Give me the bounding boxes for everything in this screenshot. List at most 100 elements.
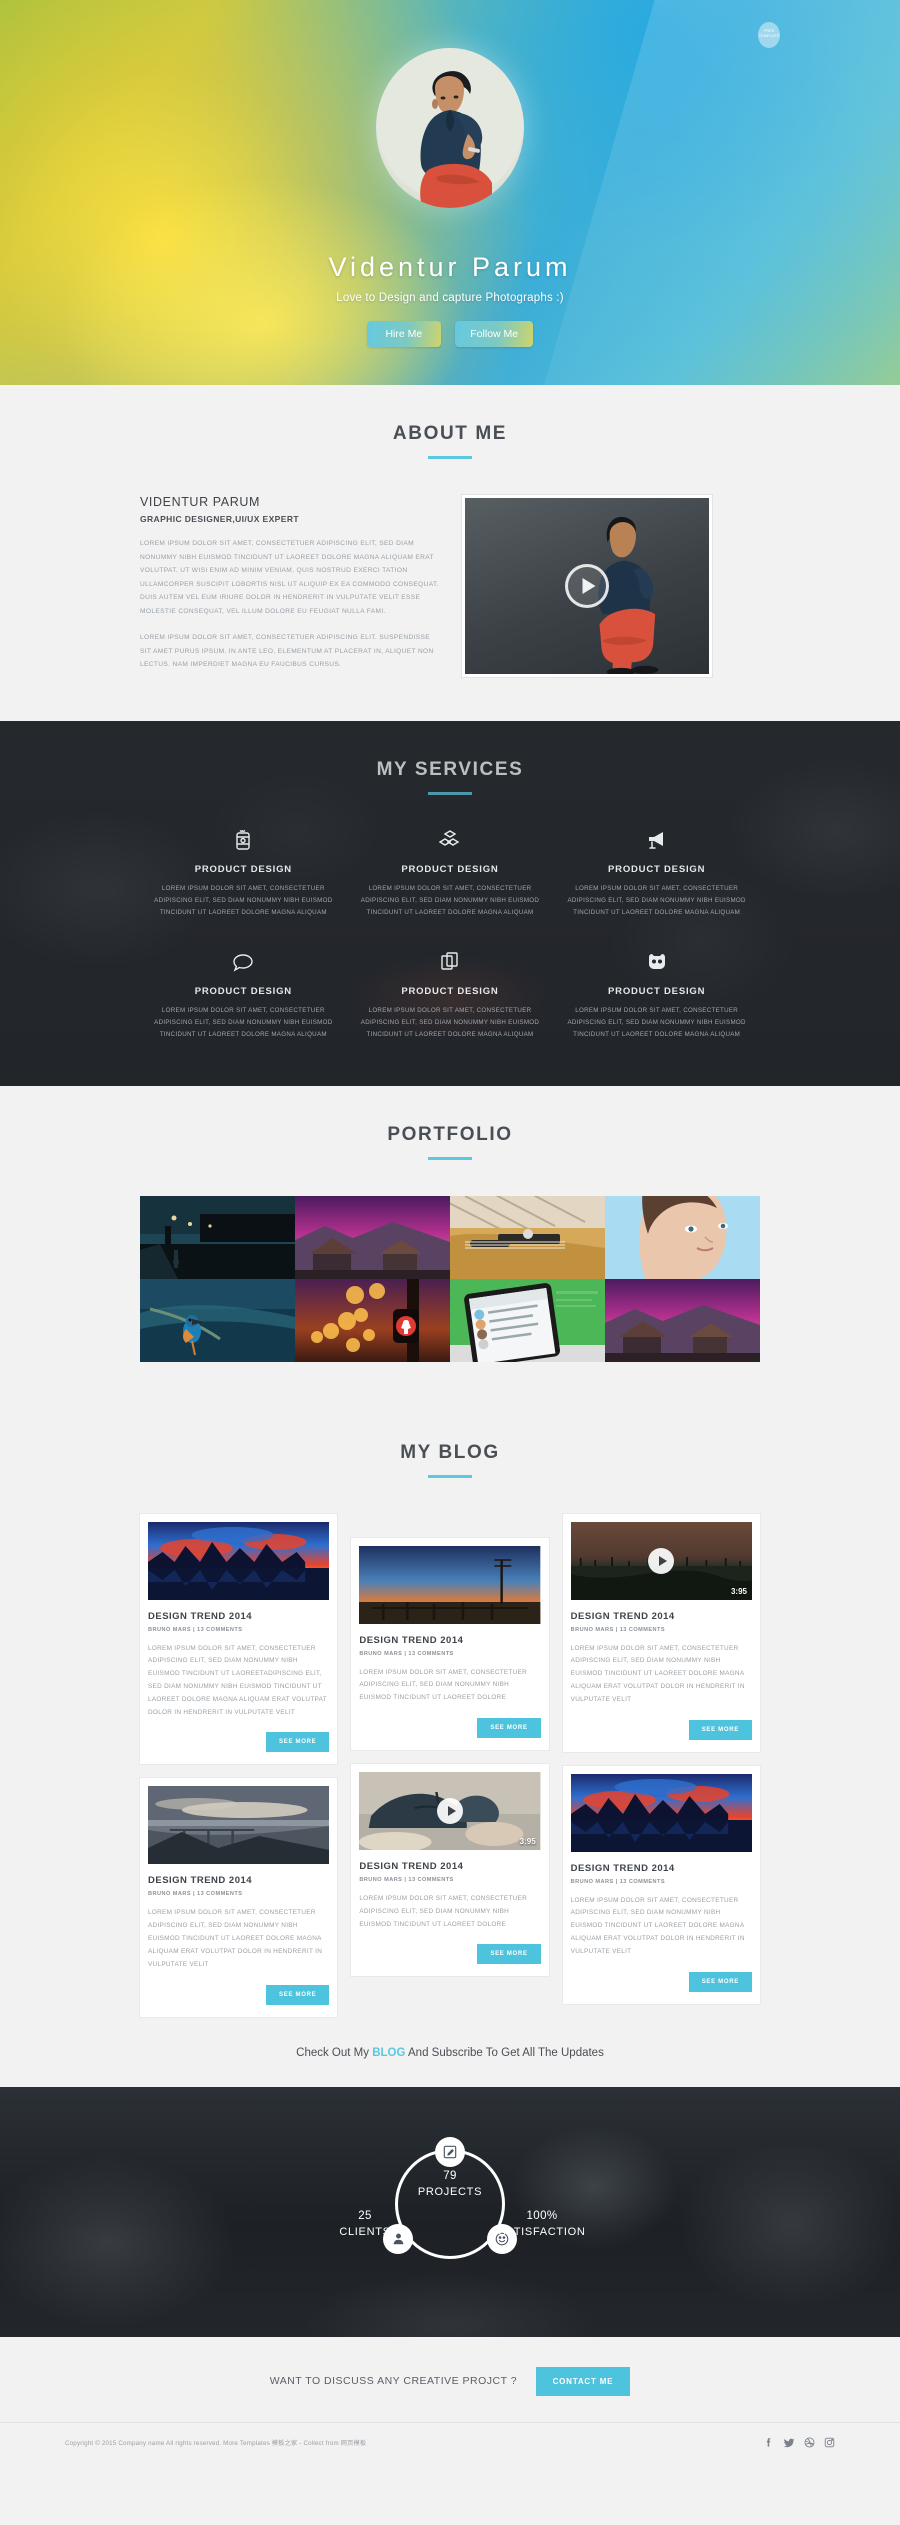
service-text: LOREM IPSUM DOLOR SIT AMET, CONSECTETUER… xyxy=(567,1007,746,1039)
portfolio-item-woman-portrait[interactable] xyxy=(605,1195,760,1279)
twitter-icon[interactable] xyxy=(783,2437,795,2449)
blog-video-thumbnail[interactable]: 3:95 xyxy=(359,1772,541,1850)
hero-corner-badge[interactable]: FREE TEMPLATE xyxy=(758,22,780,48)
hero-subtitle: Love to Design and capture Photographs :… xyxy=(336,292,564,304)
stats-ring: 79 PROJECTS 25 CLIENTS 100% SATISFACTION xyxy=(339,2136,585,2259)
about-person-role: GRAPHIC DESIGNER,UI/UX EXPERT xyxy=(140,514,299,524)
blog-post-excerpt: LOREM IPSUM DOLOR SIT AMET, CONSECTETUER… xyxy=(359,1668,528,1702)
blog-video-duration: 3:95 xyxy=(730,1586,747,1596)
stats-section: 79 PROJECTS 25 CLIENTS 100% SATISFACTION xyxy=(0,2086,900,2337)
megaphone-icon xyxy=(563,827,750,853)
services-section: MY SERVICES PRODUCT DESIGN LOREM IPSUM D… xyxy=(0,721,900,1086)
hire-me-button[interactable]: Hire Me xyxy=(366,321,441,347)
portfolio-item-night-pier[interactable] xyxy=(140,1195,295,1279)
blog-link[interactable]: BLOG xyxy=(372,2047,405,2059)
footer: Copyright © 2015 Company name All rights… xyxy=(0,2421,900,2467)
contact-me-button[interactable]: CONTACT ME xyxy=(535,2366,631,2396)
blog-card[interactable]: DESIGN TREND 2014 BRUNO MARS | 13 COMMEN… xyxy=(140,1513,338,1765)
blog-thumbnail[interactable] xyxy=(148,1521,330,1600)
about-text-column: VIDENTUR PARUM GRAPHIC DESIGNER,UI/UX EX… xyxy=(140,495,440,677)
portfolio-section: PORTFOLIO xyxy=(0,1085,900,1404)
copyright-text: Copyright © 2015 Company name All rights… xyxy=(65,2440,367,2447)
speech-bubble-icon xyxy=(150,949,337,975)
about-heading: ABOUT ME xyxy=(392,423,508,444)
blog-heading-rule xyxy=(428,1474,472,1478)
blog-card[interactable]: 3:95 DESIGN TREND 2014 BRUNO MARS | 13 C… xyxy=(351,1764,549,1977)
portfolio-item-purple-barn[interactable] xyxy=(295,1195,450,1279)
projects-caption: PROJECTS xyxy=(417,2185,483,2198)
projects-icon[interactable] xyxy=(435,2136,465,2167)
clients-count: 25 xyxy=(358,2209,372,2222)
instagram-icon[interactable] xyxy=(824,2437,835,2448)
about-person-name: VIDENTUR PARUM xyxy=(140,495,260,509)
blog-video-thumbnail[interactable]: 3:95 xyxy=(570,1521,752,1600)
follow-me-button[interactable]: Follow Me xyxy=(455,321,534,347)
hero-text-block: Videntur Parum Love to Design and captur… xyxy=(0,252,900,347)
service-title: PRODUCT DESIGN xyxy=(608,864,706,875)
satisfaction-percent: 100% xyxy=(526,2209,558,2222)
facebook-icon[interactable] xyxy=(763,2437,774,2448)
blog-post-excerpt: LOREM IPSUM DOLOR SIT AMET, CONSECTETUER… xyxy=(570,1896,745,1955)
blog-post-excerpt: LOREM IPSUM DOLOR SIT AMET, CONSECTETUER… xyxy=(148,1644,327,1716)
see-more-button[interactable]: SEE MORE xyxy=(266,1732,330,1753)
services-row-2: PRODUCT DESIGN LOREM IPSUM DOLOR SIT AME… xyxy=(140,949,760,1041)
about-heading-rule xyxy=(428,456,472,459)
service-card-4[interactable]: PRODUCT DESIGN LOREM IPSUM DOLOR SIT AME… xyxy=(140,949,347,1041)
blog-card[interactable]: 3:95 DESIGN TREND 2014 BRUNO MARS | 13 C… xyxy=(562,1513,760,1752)
portfolio-heading-rule xyxy=(428,1156,472,1160)
blog-card[interactable]: DESIGN TREND 2014 BRUNO MARS | 13 COMMEN… xyxy=(351,1537,549,1750)
service-title: PRODUCT DESIGN xyxy=(608,986,706,998)
blog-post-meta: BRUNO MARS | 13 COMMENTS xyxy=(148,1891,243,1898)
blog-video-play-button[interactable] xyxy=(436,1798,463,1824)
portfolio-item-guitar[interactable] xyxy=(450,1195,605,1279)
blog-post-excerpt: LOREM IPSUM DOLOR SIT AMET, CONSECTETUER… xyxy=(148,1909,323,1968)
about-section: ABOUT ME VIDENTUR PARUM GRAPHIC DESIGNER… xyxy=(0,385,900,721)
clients-caption: CLIENTS xyxy=(339,2225,391,2238)
social-links xyxy=(763,2437,835,2449)
subscribe-prefix: Check Out My xyxy=(296,2046,373,2059)
dribbble-icon[interactable] xyxy=(804,2437,815,2448)
stats-diagram: 79 PROJECTS 25 CLIENTS 100% SATISFACTION xyxy=(320,2087,585,2337)
service-text: LOREM IPSUM DOLOR SIT AMET, CONSECTETUER… xyxy=(360,1007,540,1039)
services-row-1: PRODUCT DESIGN LOREM IPSUM DOLOR SIT AME… xyxy=(140,827,760,919)
blog-post-title: DESIGN TREND 2014 xyxy=(359,1861,464,1872)
service-title: PRODUCT DESIGN xyxy=(401,986,499,998)
blog-card[interactable]: DESIGN TREND 2014 BRUNO MARS | 13 COMMEN… xyxy=(562,1765,760,2004)
avatar-person-illustration xyxy=(376,48,524,208)
blog-post-title: DESIGN TREND 2014 xyxy=(570,1862,675,1874)
projects-count: 79 xyxy=(443,2169,457,2182)
copy-pages-icon xyxy=(357,949,544,975)
about-paragraph-2: LOREM IPSUM DOLOR SIT AMET, CONSECTETUER… xyxy=(140,634,434,669)
service-card-2[interactable]: PRODUCT DESIGN LOREM IPSUM DOLOR SIT AME… xyxy=(347,827,554,919)
see-more-button[interactable]: SEE MORE xyxy=(688,1719,752,1740)
portfolio-item-smartphone-app[interactable] xyxy=(450,1278,605,1362)
service-card-6[interactable]: PRODUCT DESIGN LOREM IPSUM DOLOR SIT AME… xyxy=(553,949,760,1041)
blog-post-title: DESIGN TREND 2014 xyxy=(148,1610,253,1622)
about-video-play-button[interactable] xyxy=(565,564,609,608)
blog-thumbnail[interactable] xyxy=(359,1545,541,1624)
blog-post-meta: BRUNO MARS | 13 COMMENTS xyxy=(570,1626,666,1633)
blog-thumbnail[interactable] xyxy=(570,1773,752,1852)
blog-video-play-button[interactable] xyxy=(648,1547,675,1574)
service-text: LOREM IPSUM DOLOR SIT AMET, CONSECTETUER… xyxy=(567,885,746,917)
service-card-5[interactable]: PRODUCT DESIGN LOREM IPSUM DOLOR SIT AME… xyxy=(347,949,554,1041)
portfolio-item-purple-barn-2[interactable] xyxy=(605,1278,760,1362)
service-card-1[interactable]: PRODUCT DESIGN LOREM IPSUM DOLOR SIT AME… xyxy=(140,827,347,919)
blog-post-title: DESIGN TREND 2014 xyxy=(148,1875,253,1887)
see-more-button[interactable]: SEE MORE xyxy=(477,1944,541,1965)
about-video-thumbnail[interactable] xyxy=(462,495,712,677)
service-text: LOREM IPSUM DOLOR SIT AMET, CONSECTETUER… xyxy=(360,885,540,917)
hero-section: FREE TEMPLATE Videntur Parum Love to Des… xyxy=(0,0,900,385)
portfolio-item-kingfisher[interactable] xyxy=(140,1278,295,1362)
avatar xyxy=(376,48,524,208)
see-more-button[interactable]: SEE MORE xyxy=(688,1971,752,1992)
portfolio-heading: PORTFOLIO xyxy=(387,1123,513,1145)
blog-card[interactable]: DESIGN TREND 2014 BRUNO MARS | 13 COMMEN… xyxy=(140,1778,338,2017)
see-more-button[interactable]: SEE MORE xyxy=(266,1984,330,2005)
service-card-3[interactable]: PRODUCT DESIGN LOREM IPSUM DOLOR SIT AME… xyxy=(553,827,760,919)
service-text: LOREM IPSUM DOLOR SIT AMET, CONSECTETUER… xyxy=(154,1007,333,1039)
see-more-button[interactable]: SEE MORE xyxy=(477,1718,541,1738)
blog-thumbnail[interactable] xyxy=(148,1786,330,1865)
portfolio-item-city-bokeh[interactable] xyxy=(295,1278,450,1362)
blocks-icon xyxy=(357,827,544,853)
